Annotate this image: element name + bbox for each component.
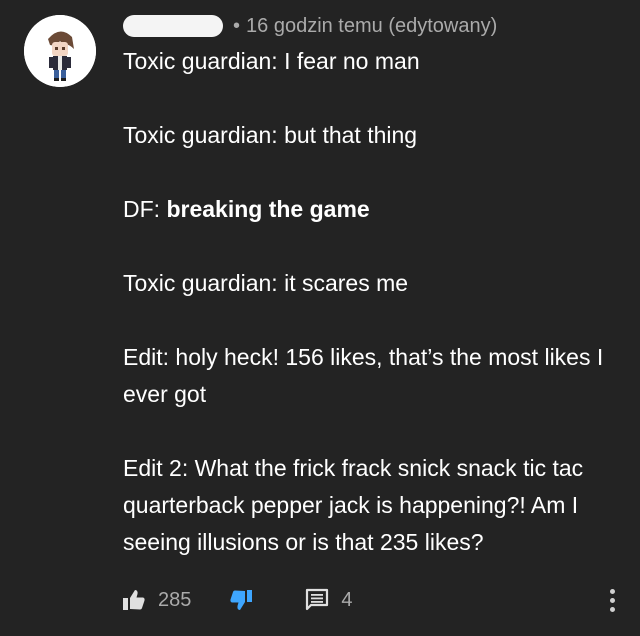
header-separator: • — [233, 14, 241, 37]
comment-bold-text: breaking the game — [166, 196, 370, 222]
comment-card: • 16 godzin temu (edytowany) Toxic guard… — [0, 0, 640, 636]
comment-line: Toxic guardian: I fear no man — [123, 48, 420, 74]
comment-header: • 16 godzin temu (edytowany) — [123, 12, 497, 40]
like-count: 285 — [158, 588, 192, 611]
author-name-redacted[interactable] — [123, 15, 223, 37]
reply-button[interactable]: 4 — [305, 588, 353, 612]
reply-count: 4 — [341, 588, 353, 611]
comment-timestamp[interactable]: 16 godzin temu (edytowany) — [246, 15, 497, 38]
dislike-button[interactable] — [229, 588, 253, 612]
comment-line: DF: breaking the game — [123, 191, 623, 228]
comment-actions: 285 4 — [122, 584, 622, 616]
comment-line: Toxic guardian: but that thing — [123, 122, 418, 148]
comment-line-prefix: DF: — [123, 196, 167, 222]
comment-edit-2: Edit 2: What the frick frack snick snack… — [123, 455, 584, 555]
more-vertical-icon[interactable] — [600, 584, 624, 616]
avatar[interactable] — [24, 15, 96, 87]
thumbs-up-icon[interactable] — [122, 588, 146, 612]
comment-icon[interactable] — [305, 588, 329, 612]
comment-line: Toxic guardian: it scares me — [123, 270, 409, 296]
thumbs-down-icon[interactable] — [229, 588, 253, 612]
like-button[interactable]: 285 — [122, 588, 191, 612]
more-dot — [609, 606, 615, 612]
more-dot — [609, 597, 615, 603]
more-dot — [609, 588, 615, 594]
comment-edit-1: Edit: holy heck! 156 likes, that’s the m… — [123, 344, 604, 407]
comment-text: Toxic guardian: I fear no man Toxic guar… — [123, 43, 623, 561]
